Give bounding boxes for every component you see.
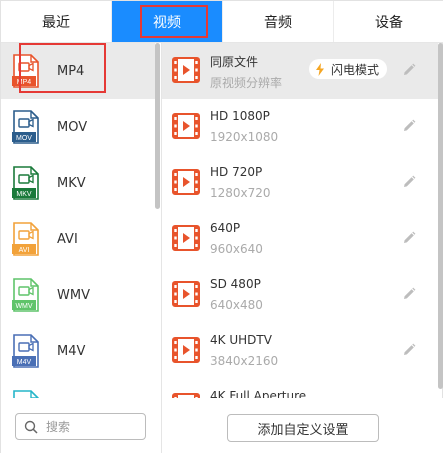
format-item-mkv[interactable]: MKV MKV	[1, 155, 155, 211]
tab-bar: 最近 视频 音频 设备	[1, 1, 443, 43]
search-input[interactable]: 搜索	[15, 413, 146, 440]
video-preset-icon	[172, 337, 200, 363]
format-item-wmv[interactable]: WMV WMV	[1, 267, 155, 323]
format-label: M4V	[57, 343, 86, 359]
format-label: MP4	[57, 63, 85, 79]
file-video-icon: MKV	[12, 166, 39, 200]
video-preset-icon	[172, 169, 200, 195]
add-custom-settings-button[interactable]: 添加自定义设置	[227, 414, 379, 442]
edit-icon[interactable]	[402, 287, 416, 301]
format-picker-panel: 最近 视频 音频 设备 MP4 MP4 MOV MOV MKV MKV AVI AVI WMV W…	[0, 0, 443, 453]
preset-item[interactable]: 4K UHDTV 3840x2160	[162, 323, 438, 379]
format-item-avi[interactable]: AVI AVI	[1, 211, 155, 267]
file-video-icon: WMV	[12, 278, 39, 312]
tab-recent[interactable]: 最近	[1, 1, 112, 42]
search-placeholder: 搜索	[46, 420, 71, 434]
preset-item[interactable]: HD 720P 1280x720	[162, 155, 438, 211]
format-label: MOV	[57, 119, 88, 135]
preset-name: 4K UHDTV	[210, 333, 272, 347]
format-label: MKV	[57, 175, 86, 191]
tab-video[interactable]: 视频	[112, 1, 223, 42]
file-video-icon: AVI	[12, 222, 39, 256]
file-video-icon: MP4	[12, 54, 39, 88]
video-preset-icon	[172, 57, 200, 83]
tab-device[interactable]: 设备	[334, 1, 443, 42]
edit-icon[interactable]	[402, 175, 416, 189]
preset-item[interactable]: SD 480P 640x480	[162, 267, 438, 323]
preset-name: HD 720P	[210, 165, 263, 179]
preset-item[interactable]: 640P 960x640	[162, 211, 438, 267]
preset-name: SD 480P	[210, 277, 261, 291]
preset-resolution: 3840x2160	[210, 354, 279, 368]
search-area: 搜索	[1, 398, 161, 453]
format-list-scrollbar[interactable]	[155, 43, 160, 209]
preset-name: HD 1080P	[210, 109, 270, 123]
file-badge: MOV	[16, 135, 32, 142]
file-badge: WMV	[15, 303, 32, 310]
preset-resolution: 原视频分辨率	[210, 76, 283, 90]
preset-list: 同原文件原视频分辨率 闪电模式 HD 1080P 1920x1080 HD 720P 12…	[162, 43, 443, 453]
preset-resolution: 1920x1080	[210, 130, 279, 144]
edit-icon[interactable]	[402, 231, 416, 245]
flash-mode-badge[interactable]: 闪电模式	[309, 59, 388, 79]
video-preset-icon	[172, 113, 200, 139]
video-preset-icon	[172, 225, 200, 251]
preset-resolution: 960x640	[210, 242, 263, 256]
preset-item[interactable]: HD 1080P 1920x1080	[162, 99, 438, 155]
format-label: WMV	[57, 287, 90, 303]
format-item-mp4[interactable]: MP4 MP4	[1, 43, 155, 99]
file-badge: MP4	[17, 79, 32, 86]
format-list: MP4MP4MOVMOVMKVMKVAVIAVIWMVWMVM4VM4VMPGM…	[1, 43, 161, 453]
file-badge: AVI	[19, 247, 30, 254]
preset-item[interactable]: 同原文件原视频分辨率 闪电模式	[162, 43, 438, 99]
preset-resolution: 1280x720	[210, 186, 271, 200]
file-video-icon: MOV	[12, 110, 39, 144]
edit-icon[interactable]	[402, 119, 416, 133]
lightning-icon	[316, 62, 324, 76]
file-video-icon: M4V	[12, 334, 39, 368]
file-badge: MKV	[16, 191, 32, 198]
edit-icon[interactable]	[402, 343, 416, 357]
preset-name: 640P	[210, 221, 241, 235]
edit-icon[interactable]	[402, 63, 416, 77]
preset-footer: 添加自定义设置	[162, 398, 443, 453]
preset-resolution: 640x480	[210, 298, 263, 312]
preset-name: 同原文件	[210, 55, 259, 69]
flash-mode-label: 闪电模式	[331, 62, 380, 77]
preset-list-scrollbar[interactable]	[438, 43, 443, 389]
search-icon	[24, 420, 38, 434]
tab-audio[interactable]: 音频	[223, 1, 334, 42]
file-badge: M4V	[17, 359, 32, 366]
format-label: AVI	[57, 231, 78, 247]
video-preset-icon	[172, 281, 200, 307]
format-item-mov[interactable]: MOV MOV	[1, 99, 155, 155]
format-item-m4v[interactable]: M4V M4V	[1, 323, 155, 379]
